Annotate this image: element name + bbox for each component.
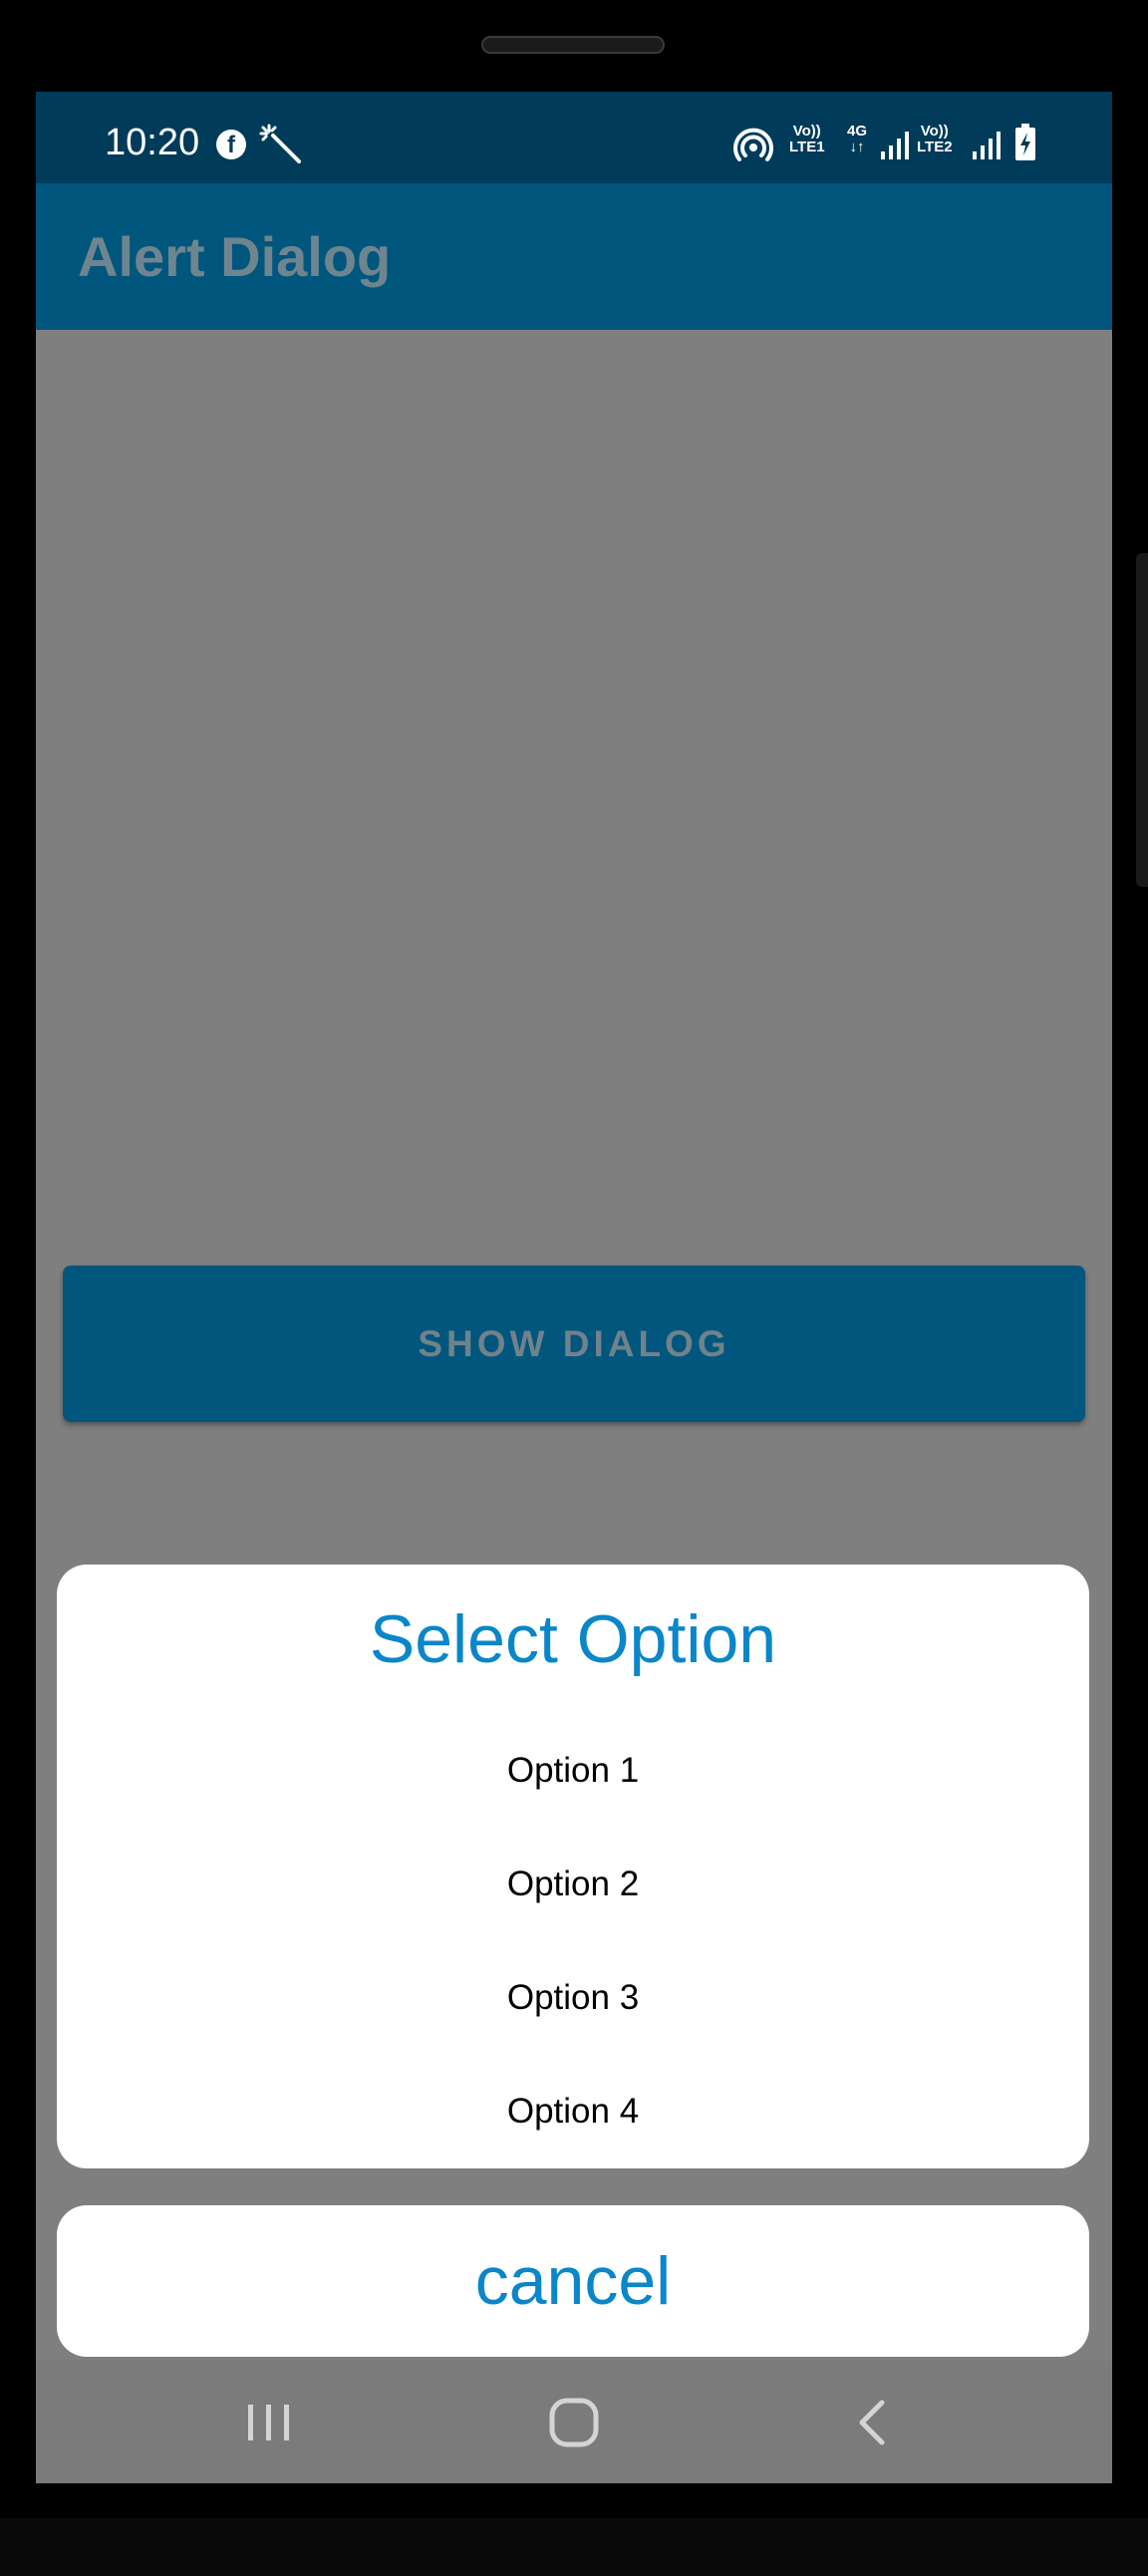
recents-icon[interactable] <box>234 2391 304 2454</box>
app-title: Alert Dialog <box>78 225 392 288</box>
signal-icon <box>881 132 909 159</box>
show-dialog-button[interactable]: SHOW DIALOG <box>63 1266 1085 1422</box>
battery-charging-icon <box>1015 124 1035 160</box>
show-dialog-label: SHOW DIALOG <box>418 1322 730 1364</box>
sim2-indicator: Vo)) LTE2 <box>917 124 953 155</box>
side-button <box>1136 553 1148 887</box>
network-type-label: 4G <box>847 123 868 140</box>
app-bar: Alert Dialog <box>36 183 1112 330</box>
select-option-dialog: Select Option Option 1 Option 2 Option 3… <box>57 1565 1089 2168</box>
sim1-voice: Vo)) <box>792 123 821 140</box>
option-label: Option 2 <box>506 1864 640 1903</box>
home-icon[interactable] <box>539 2391 609 2454</box>
dialog-title: Select Option <box>369 1601 777 1677</box>
sim1-lte: LTE1 <box>789 139 825 155</box>
screen: 10:20 f Vo)) LTE1 4G ↓↑ Vo)) LTE2 Alert … <box>36 92 1112 2483</box>
dialog-header: Select Option <box>57 1565 1089 1714</box>
phone-frame: 10:20 f Vo)) LTE1 4G ↓↑ Vo)) LTE2 Alert … <box>0 0 1148 2576</box>
phone-chin <box>0 2518 1148 2576</box>
data-arrows-icon: ↓↑ <box>849 139 865 155</box>
option-1[interactable]: Option 1 <box>57 1714 1089 1828</box>
option-3[interactable]: Option 3 <box>57 1941 1089 2055</box>
option-2[interactable]: Option 2 <box>57 1828 1089 1941</box>
navigation-bar <box>36 2361 1112 2483</box>
option-label: Option 1 <box>506 1751 640 1790</box>
sim1-indicator: Vo)) LTE1 <box>789 124 825 155</box>
option-label: Option 4 <box>506 2092 640 2131</box>
option-label: Option 3 <box>506 1978 640 2017</box>
option-4[interactable]: Option 4 <box>57 2055 1089 2168</box>
network-type: 4G ↓↑ <box>847 124 867 155</box>
status-bar: 10:20 f Vo)) LTE1 4G ↓↑ Vo)) LTE2 <box>36 92 1112 183</box>
sim2-voice: Vo)) <box>920 123 949 140</box>
magic-wand-icon <box>259 124 301 163</box>
signal-icon <box>973 132 1001 159</box>
cancel-label: cancel <box>474 2243 672 2319</box>
hotspot-icon <box>733 128 773 161</box>
status-icons: Vo)) LTE1 4G ↓↑ Vo)) LTE2 <box>733 122 1052 165</box>
earpiece-speaker <box>481 36 665 54</box>
back-icon[interactable] <box>838 2391 908 2454</box>
facebook-icon: f <box>216 130 246 159</box>
cancel-button[interactable]: cancel <box>57 2205 1089 2357</box>
sim2-lte: LTE2 <box>917 139 953 155</box>
status-time: 10:20 <box>105 122 200 163</box>
